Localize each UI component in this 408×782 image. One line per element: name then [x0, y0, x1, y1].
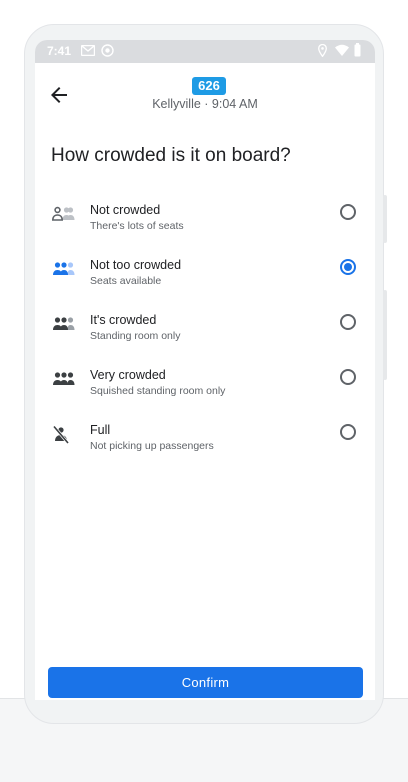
- phone-volume-button: [383, 290, 387, 380]
- sync-icon: [101, 44, 114, 57]
- option-title: It's crowded: [90, 313, 157, 327]
- option-its-crowded[interactable]: It's crowded Standing room only: [35, 311, 375, 363]
- option-subtitle: Not picking up passengers: [90, 440, 214, 452]
- option-title: Full: [90, 423, 111, 437]
- trip-header: 626 Kellyville · 9:04 AM: [35, 63, 375, 143]
- radio-button[interactable]: [340, 314, 356, 330]
- phone-power-button: [383, 195, 387, 243]
- option-subtitle: Squished standing room only: [90, 385, 226, 397]
- people-one-filled-icon: [51, 206, 75, 221]
- status-time: 7:41: [47, 44, 72, 58]
- people-three-filled-icon: [53, 317, 75, 330]
- status-bar: 7:41: [35, 40, 375, 63]
- option-title: Not too crowded: [90, 258, 182, 272]
- option-subtitle: There's lots of seats: [90, 220, 184, 232]
- page-title: How crowded is it on board?: [51, 145, 291, 166]
- option-very-crowded[interactable]: Very crowded Squished standing room only: [35, 366, 375, 418]
- confirm-button[interactable]: Confirm: [48, 667, 363, 698]
- people-two-filled-icon: [53, 262, 75, 275]
- gmail-icon: [81, 45, 95, 56]
- person-off-icon: [52, 425, 70, 444]
- option-full[interactable]: Full Not picking up passengers: [35, 421, 375, 473]
- option-not-crowded[interactable]: Not crowded There's lots of seats: [35, 201, 375, 253]
- option-not-too-crowded[interactable]: Not too crowded Seats available: [35, 256, 375, 308]
- phone-screen: 7:41 626 Kellyville · 9:04 AM How crowde…: [35, 40, 375, 700]
- wifi-icon: [335, 44, 349, 56]
- radio-button-selected[interactable]: [340, 259, 356, 275]
- radio-button[interactable]: [340, 424, 356, 440]
- people-all-filled-icon: [53, 372, 75, 385]
- route-number-badge: 626: [192, 77, 226, 95]
- option-subtitle: Seats available: [90, 275, 162, 287]
- location-icon: [318, 44, 327, 57]
- option-subtitle: Standing room only: [90, 330, 181, 342]
- option-title: Not crowded: [90, 203, 161, 217]
- radio-button[interactable]: [340, 204, 356, 220]
- battery-icon: [354, 43, 361, 57]
- option-title: Very crowded: [90, 368, 166, 382]
- trip-subtitle: Kellyville · 9:04 AM: [152, 97, 258, 111]
- radio-button[interactable]: [340, 369, 356, 385]
